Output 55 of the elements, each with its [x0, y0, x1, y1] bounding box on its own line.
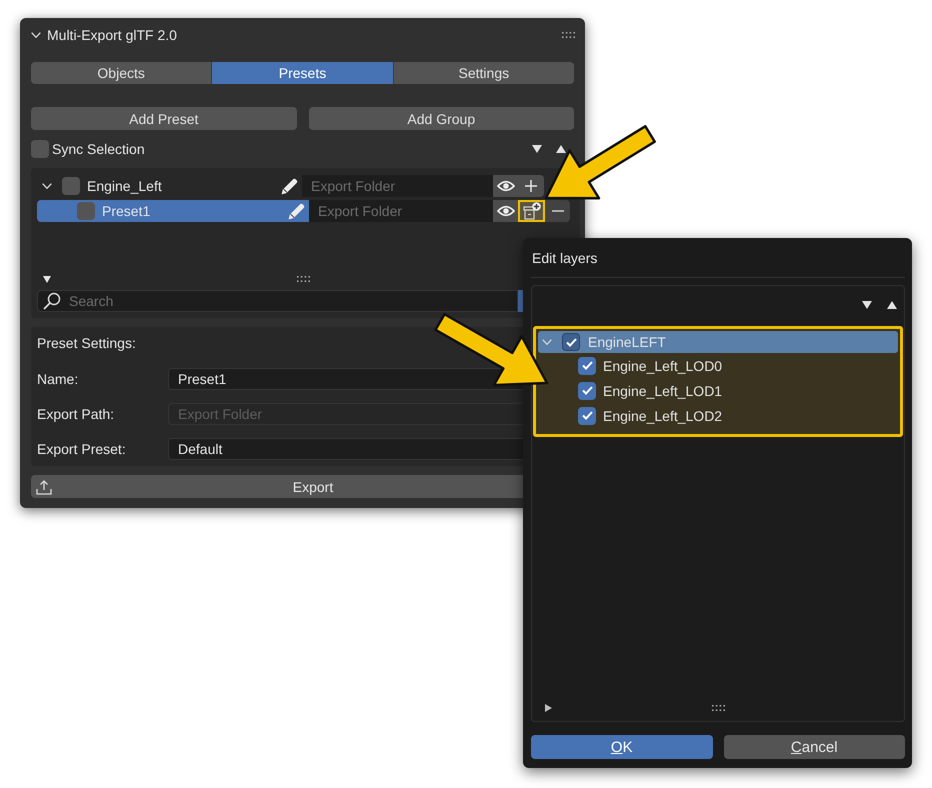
checkmark-icon — [566, 338, 576, 346]
minus-icon — [552, 210, 564, 212]
field-label: Export Path: — [37, 406, 116, 422]
checkbox[interactable] — [578, 356, 596, 374]
upload-icon — [36, 478, 52, 494]
add-button[interactable] — [518, 175, 544, 197]
chevron-icon[interactable] — [31, 32, 41, 38]
sort-down-icon[interactable] — [532, 145, 542, 153]
add-preset-button[interactable]: Add Preset — [31, 107, 296, 130]
eye-icon — [496, 180, 514, 192]
checkbox[interactable] — [31, 140, 49, 158]
plus-icon — [525, 180, 537, 192]
panel-title: Multi-Export glTF 2.0 — [47, 27, 177, 43]
sort-up-icon[interactable] — [556, 145, 566, 153]
checkbox-label: Sync Selection — [52, 141, 145, 157]
field-label: Export Preset: — [37, 441, 127, 457]
eye-icon — [496, 205, 514, 217]
folder-field[interactable]: Export Folder — [302, 175, 493, 197]
checkbox[interactable] — [578, 406, 596, 424]
sort-down-icon[interactable] — [862, 301, 872, 309]
cancel-button[interactable]: Cancel — [724, 735, 905, 759]
visibility-button[interactable] — [493, 200, 518, 222]
resize-handle-icon[interactable] — [297, 276, 310, 282]
tab[interactable]: Objects — [31, 62, 212, 84]
sort-up-icon[interactable] — [887, 301, 897, 309]
resize-handle-icon[interactable] — [712, 705, 724, 711]
ok-button[interactable]: OK — [531, 735, 712, 759]
list-item[interactable]: Preset1 — [37, 200, 309, 222]
edit-layers-button[interactable] — [518, 200, 545, 222]
add-group-button[interactable]: Add Group — [308, 107, 574, 130]
tab[interactable]: Presets — [211, 62, 393, 84]
filter-toggle-icon[interactable] — [545, 704, 552, 712]
pencil-icon[interactable] — [281, 178, 298, 194]
checkbox[interactable] — [62, 177, 80, 195]
folder-field[interactable]: Export Folder — [309, 200, 493, 222]
box-plus-icon — [522, 202, 540, 220]
checkmark-icon — [582, 361, 592, 370]
visibility-button[interactable] — [493, 175, 518, 197]
field-label: Name: — [37, 371, 80, 387]
checkbox[interactable] — [562, 333, 580, 351]
grip-icon[interactable] — [562, 32, 575, 38]
checkbox[interactable] — [77, 202, 95, 220]
checkbox[interactable] — [578, 382, 596, 400]
chevron-icon[interactable] — [42, 183, 52, 189]
dialog-title: Edit layers — [532, 249, 598, 268]
tree-item[interactable]: EngineLEFT — [538, 331, 898, 353]
checkmark-icon — [582, 386, 592, 395]
filter-toggle-icon[interactable] — [43, 276, 51, 282]
list-item[interactable]: Engine_Left — [37, 175, 302, 197]
search-field[interactable]: Search — [37, 290, 518, 312]
remove-button[interactable] — [545, 200, 570, 222]
tab[interactable]: Settings — [392, 62, 574, 84]
section-heading: Preset Settings: — [37, 334, 136, 353]
checkmark-icon — [582, 411, 592, 420]
search-icon — [43, 292, 61, 310]
